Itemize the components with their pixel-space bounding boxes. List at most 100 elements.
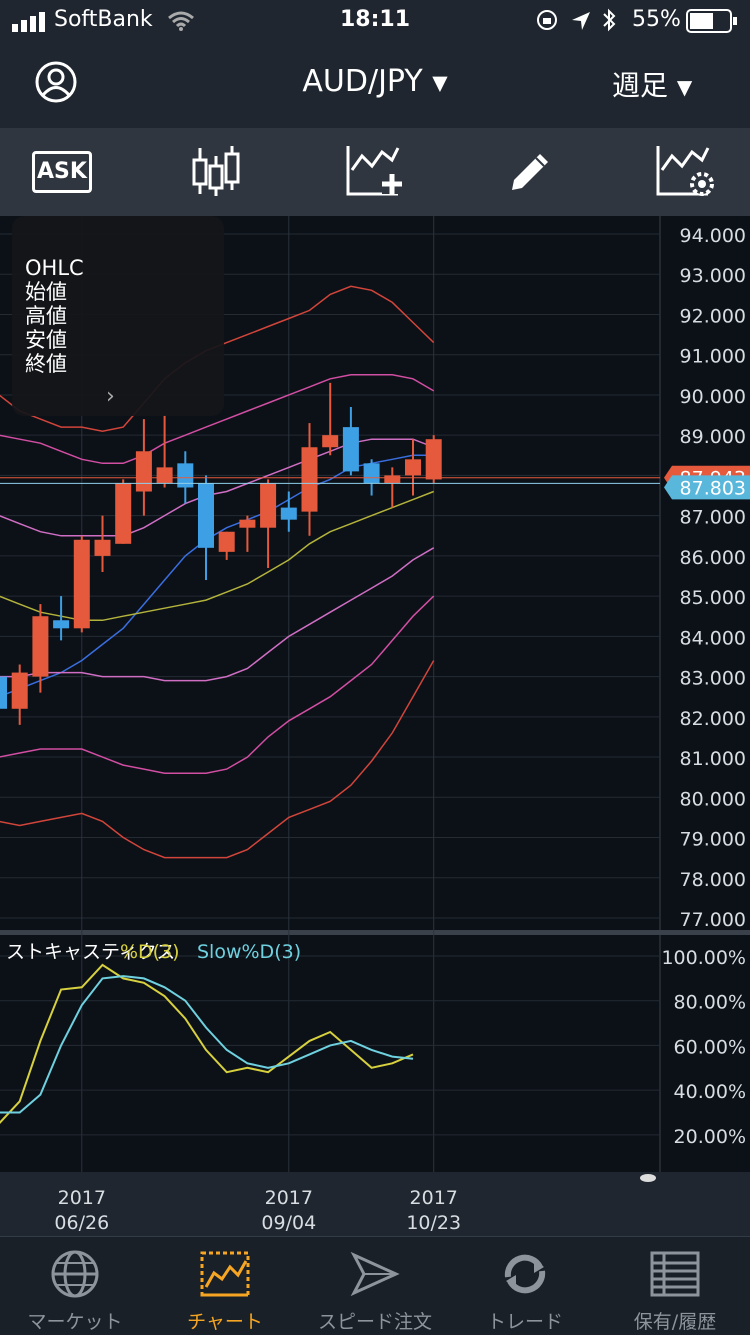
battery-icon xyxy=(686,9,737,33)
candle-body xyxy=(53,620,70,629)
candle-body xyxy=(73,539,90,629)
chart-toolbar: ASK xyxy=(0,128,750,216)
candle-body xyxy=(363,463,380,484)
ask-toggle-button[interactable]: ASK xyxy=(18,128,108,216)
price-tick-label: 77.000 xyxy=(680,909,746,931)
oscillator-panel-bg xyxy=(0,935,660,1172)
tab-chart-label: チャート xyxy=(187,1311,263,1333)
panel-divider xyxy=(0,930,750,935)
bid-price-label: 87.803 xyxy=(680,477,746,499)
chart-header: AUD/JPY ▼ 週足 ▼ xyxy=(0,42,750,128)
osc-tick-label: 100.00% xyxy=(661,947,746,969)
tab-trade-label: トレード xyxy=(486,1311,563,1333)
status-bar: SoftBank 18:11 55% xyxy=(0,0,750,42)
refresh-icon xyxy=(504,1254,546,1294)
candle-body xyxy=(405,459,421,476)
tab-market[interactable]: マーケット xyxy=(0,1237,150,1335)
price-tick-label: 86.000 xyxy=(680,547,746,569)
tab-speed-order[interactable]: スピード注文 xyxy=(300,1237,450,1335)
bottom-tab-bar: マーケット チャート スピード注文 トレード 保有/履歴 xyxy=(0,1236,750,1335)
candle-body xyxy=(94,539,111,556)
add-indicator-button[interactable] xyxy=(330,128,420,216)
ohlc-title: OHLC xyxy=(25,256,84,280)
price-tick-label: 80.000 xyxy=(680,788,746,810)
candle-body xyxy=(301,447,318,512)
indicator-settings-icon xyxy=(656,146,714,196)
candle-body xyxy=(425,439,442,480)
ohlc-high-label: 高値 xyxy=(25,304,67,328)
candle-body xyxy=(342,427,359,472)
chevron-down-icon: ▼ xyxy=(432,70,448,95)
candle-body xyxy=(260,483,277,528)
chart-type-button[interactable] xyxy=(170,128,260,216)
ohlc-close-label: 終値 xyxy=(25,352,67,376)
candle-body xyxy=(239,519,256,528)
price-tick-label: 81.000 xyxy=(680,748,746,770)
time-axis-bg xyxy=(0,1172,750,1236)
candle-body xyxy=(177,463,194,488)
candle-body xyxy=(198,483,214,548)
osc-tick-label: 40.00% xyxy=(674,1081,746,1103)
osc-tick-label: 60.00% xyxy=(674,1036,746,1058)
tab-chart[interactable]: チャート xyxy=(150,1237,300,1335)
candle-body xyxy=(32,616,49,677)
globe-icon xyxy=(51,1250,99,1298)
time-tick-date: 06/26 xyxy=(54,1212,109,1234)
oscillator-legend-slow-d: Slow%D(3) xyxy=(197,941,301,963)
candle-body xyxy=(11,672,28,709)
candle-body xyxy=(156,467,173,484)
osc-tick-label: 20.00% xyxy=(674,1126,746,1148)
price-tick-label: 78.000 xyxy=(680,869,746,891)
pencil-icon xyxy=(512,154,548,190)
candlestick-icon xyxy=(192,146,240,196)
ask-label: ASK xyxy=(32,151,92,193)
rotation-lock-icon xyxy=(537,10,557,30)
candle-body xyxy=(135,451,152,492)
tab-speed-order-label: スピード注文 xyxy=(317,1311,432,1333)
candle-body xyxy=(115,483,132,544)
ohlc-open-label: 始値 xyxy=(25,280,67,304)
price-tick-label: 84.000 xyxy=(680,627,746,649)
location-icon xyxy=(572,12,590,30)
price-tick-label: 93.000 xyxy=(680,265,746,287)
chart-tab-icon xyxy=(200,1251,250,1297)
speed-arrow-icon xyxy=(350,1251,400,1297)
candle-body xyxy=(280,507,297,520)
chevron-down-icon: ▼ xyxy=(676,75,693,99)
price-tick-label: 94.000 xyxy=(680,225,746,247)
list-icon xyxy=(650,1251,700,1297)
indicator-settings-button[interactable] xyxy=(640,128,730,216)
candle-body xyxy=(218,531,235,552)
tab-trade[interactable]: トレード xyxy=(450,1237,600,1335)
bluetooth-icon xyxy=(603,8,616,32)
period-selector[interactable]: 週足 ▼ xyxy=(612,64,692,104)
tab-market-label: マーケット xyxy=(27,1311,123,1333)
price-tick-label: 90.000 xyxy=(680,386,746,408)
price-tick-label: 83.000 xyxy=(680,668,746,690)
osc-tick-label: 80.00% xyxy=(674,992,746,1014)
price-tick-label: 92.000 xyxy=(680,305,746,327)
price-tick-label: 82.000 xyxy=(680,708,746,730)
price-tick-label: 91.000 xyxy=(680,346,746,368)
candle-body xyxy=(384,475,401,484)
tab-positions-history[interactable]: 保有/履歴 xyxy=(600,1237,750,1335)
battery-percent: 55% xyxy=(632,7,681,32)
time-tick-year: 2017 xyxy=(410,1187,458,1209)
scroll-indicator xyxy=(640,1174,656,1182)
add-indicator-icon xyxy=(346,146,402,196)
ohlc-info-panel: OHLC 始値 高値 安値 終値 › xyxy=(12,216,224,416)
chevron-right-icon[interactable]: › xyxy=(106,384,115,409)
time-tick-date: 10/23 xyxy=(406,1212,461,1234)
candle-body xyxy=(322,435,339,448)
ohlc-low-label: 安値 xyxy=(25,328,67,352)
time-tick-year: 2017 xyxy=(58,1187,106,1209)
candle-body xyxy=(0,676,7,709)
price-tick-label: 85.000 xyxy=(680,587,746,609)
draw-tool-button[interactable] xyxy=(484,128,574,216)
tab-positions-history-label: 保有/履歴 xyxy=(633,1311,717,1333)
currency-pair-label: AUD/JPY xyxy=(302,64,423,99)
price-tick-label: 79.000 xyxy=(680,829,746,851)
period-label: 週足 xyxy=(612,69,669,102)
price-tick-label: 89.000 xyxy=(680,426,746,448)
time-tick-date: 09/04 xyxy=(261,1212,316,1234)
